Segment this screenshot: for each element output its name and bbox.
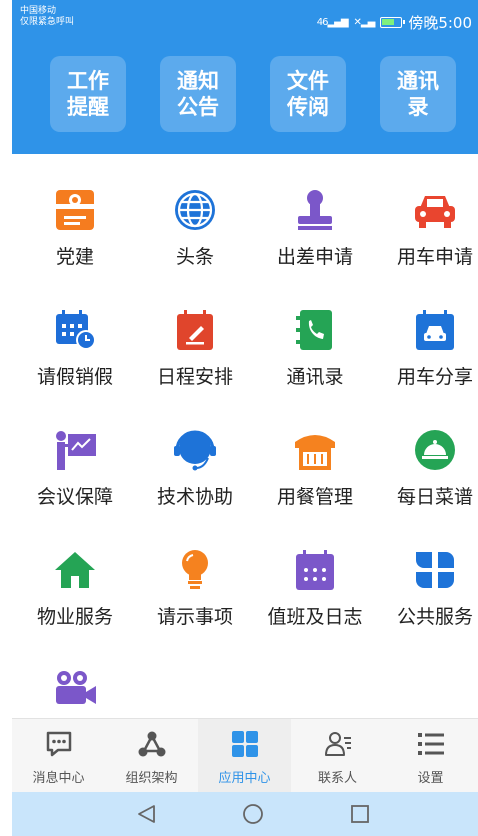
bottom-tab-bar: 消息中心 组织架构 应用中心 联系人 设置 xyxy=(12,718,478,793)
carrier-info: 中国移动 仅限紧急呼叫 xyxy=(20,6,74,28)
message-icon xyxy=(46,731,72,757)
quick-tile-file-circulation[interactable]: 文件传阅 xyxy=(270,56,346,132)
app-daily-menu[interactable]: 每日菜谱 xyxy=(372,410,478,520)
tab-settings[interactable]: 设置 xyxy=(384,719,477,793)
lightbulb-icon xyxy=(182,550,208,589)
app-headlines[interactable]: 头条 xyxy=(132,170,252,280)
four-petal-icon xyxy=(416,552,454,588)
network-type: 46 xyxy=(316,17,329,28)
app-label: 用餐管理 xyxy=(276,486,353,508)
app-label: 每日菜谱 xyxy=(396,486,473,508)
app-public-service[interactable]: 公共服务 xyxy=(372,530,478,640)
app-label: 通讯录 xyxy=(286,366,344,388)
video-camera-icon xyxy=(56,671,96,704)
presentation-icon xyxy=(56,431,96,470)
app-requests[interactable]: 请示事项 xyxy=(132,530,252,640)
app-label: 日程安排 xyxy=(156,366,233,388)
app-label: 用车分享 xyxy=(396,366,473,388)
contacts-icon xyxy=(325,732,351,756)
dish-cloche-icon xyxy=(415,430,455,470)
home-icon xyxy=(55,552,95,588)
quick-tile-address-book[interactable]: 通讯录 xyxy=(380,56,456,132)
app-party-building[interactable]: 党建 xyxy=(12,170,132,280)
tab-label: 应用中心 xyxy=(218,771,271,786)
app-label: 会议保障 xyxy=(36,486,113,508)
tab-org-structure[interactable]: 组织架构 xyxy=(105,719,198,793)
menu-list-icon xyxy=(418,733,444,755)
app-address-book[interactable]: 通讯录 xyxy=(252,290,372,400)
status-bar: 中国移动 仅限紧急呼叫 46▂▄▆ ✕▂▄ 傍晚5:00 xyxy=(12,0,478,38)
app-duty-log[interactable]: 值班及日志 xyxy=(252,530,372,640)
app-car-share[interactable]: 用车分享 xyxy=(372,290,478,400)
app-label: 出差申请 xyxy=(276,246,353,268)
app-property-service[interactable]: 物业服务 xyxy=(12,530,132,640)
carrier-name: 中国移动 xyxy=(20,6,57,16)
app-frame: 中国移动 仅限紧急呼叫 46▂▄▆ ✕▂▄ 傍晚5:00 工作提醒 通知公告 文… xyxy=(12,0,478,836)
org-chart-icon xyxy=(138,731,166,757)
quick-tile-work-reminder[interactable]: 工作提醒 xyxy=(50,56,126,132)
battery-icon xyxy=(380,17,406,28)
party-building-icon xyxy=(56,190,94,230)
stamp-icon xyxy=(298,190,332,230)
signal-off-icon: ✕▂▄ xyxy=(353,17,376,28)
calendar-edit-icon xyxy=(177,310,213,350)
tab-label: 设置 xyxy=(417,771,444,786)
app-label: 党建 xyxy=(55,246,94,268)
calendar-grid-icon xyxy=(296,550,334,590)
quick-tile-notice[interactable]: 通知公告 xyxy=(160,56,236,132)
back-icon[interactable] xyxy=(134,803,158,825)
system-nav-bar xyxy=(12,792,478,836)
emergency-only-text: 仅限紧急呼叫 xyxy=(20,17,75,27)
app-meeting[interactable]: 会议保障 xyxy=(12,410,132,520)
headset-icon xyxy=(174,430,216,471)
quick-tile-label: 工作提醒 xyxy=(67,69,109,119)
app-label: 物业服务 xyxy=(36,606,113,628)
tab-message-center[interactable]: 消息中心 xyxy=(12,719,105,793)
app-leave[interactable]: 请假销假 xyxy=(12,290,132,400)
tab-app-center[interactable]: 应用中心 xyxy=(198,719,291,793)
app-dining[interactable]: 用餐管理 xyxy=(252,410,372,520)
quick-tile-label: 文件传阅 xyxy=(287,69,329,119)
phone-book-icon xyxy=(296,310,332,350)
tab-label: 组织架构 xyxy=(125,771,178,786)
car-share-icon xyxy=(416,310,454,350)
tab-label: 联系人 xyxy=(317,771,357,786)
tab-contacts[interactable]: 联系人 xyxy=(291,719,384,793)
app-tech-support[interactable]: 技术协助 xyxy=(132,410,252,520)
signal-icon: 46▂▄▆ xyxy=(316,17,349,28)
app-label: 值班及日志 xyxy=(267,606,363,628)
app-label: 请示事项 xyxy=(156,606,233,628)
app-label: 公共服务 xyxy=(396,606,473,628)
status-right: 46▂▄▆ ✕▂▄ 傍晚5:00 xyxy=(317,12,472,33)
app-schedule[interactable]: 日程安排 xyxy=(132,290,252,400)
car-icon xyxy=(415,196,455,228)
globe-icon xyxy=(175,190,215,230)
app-business-trip[interactable]: 出差申请 xyxy=(252,170,372,280)
app-grid-icon xyxy=(232,731,258,757)
home-button-icon[interactable] xyxy=(241,803,265,825)
quick-tile-label: 通知公告 xyxy=(177,69,219,119)
calendar-clock-icon xyxy=(56,310,96,350)
app-label: 请假销假 xyxy=(36,366,113,388)
app-label: 用车申请 xyxy=(396,246,473,268)
app-label: 头条 xyxy=(175,246,214,268)
clock: 傍晚5:00 xyxy=(408,14,472,32)
tab-label: 消息中心 xyxy=(32,771,85,786)
restaurant-icon xyxy=(295,435,335,470)
app-car-request[interactable]: 用车申请 xyxy=(372,170,478,280)
header-quick-access: 工作提醒 通知公告 文件传阅 通讯录 xyxy=(12,38,478,154)
quick-tile-label: 通讯录 xyxy=(397,69,439,119)
recent-apps-icon[interactable] xyxy=(348,803,372,825)
app-label: 技术协助 xyxy=(156,486,233,508)
